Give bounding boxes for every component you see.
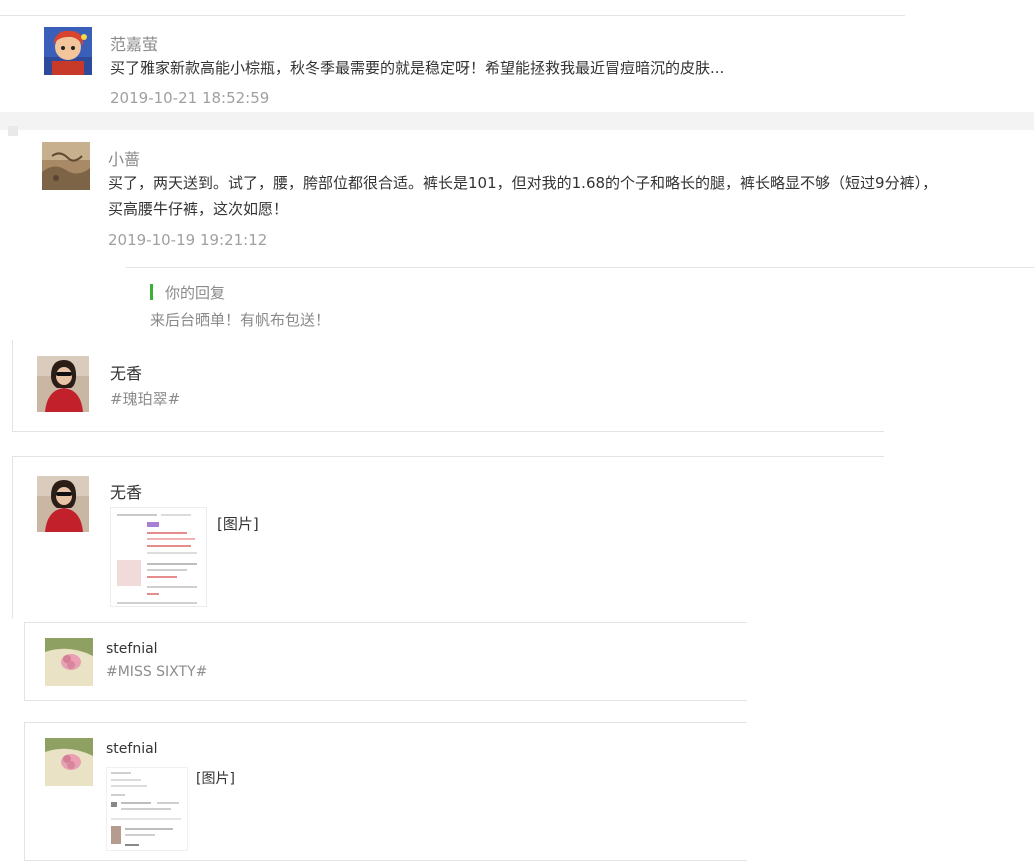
card-border-top: [24, 622, 747, 623]
reply-label: 你的回复: [165, 284, 226, 302]
avatar-anime-icon[interactable]: [44, 27, 92, 75]
card-border-top: [24, 722, 747, 723]
card-border-left: [24, 622, 25, 701]
message-topic-tag[interactable]: #MISS SIXTY#: [106, 664, 207, 680]
message-image-label[interactable]: [图片]: [196, 768, 235, 788]
reply-divider: [126, 267, 1034, 268]
comment-time: 2019-10-19 19:21:12: [108, 231, 268, 249]
comment-user-name[interactable]: 小蔷: [108, 146, 140, 170]
comment-separator: [0, 112, 1034, 130]
card-border-top: [12, 456, 884, 457]
comment-separator-notch: [8, 126, 18, 136]
message-image-label[interactable]: [图片]: [217, 513, 259, 534]
avatar-flower-icon[interactable]: [45, 638, 93, 686]
card-border-left: [24, 722, 25, 861]
comment-user-name[interactable]: 范嘉萤: [110, 31, 158, 55]
message-user-name[interactable]: stefnial: [106, 741, 158, 757]
image-thumbnail-icon[interactable]: [110, 507, 207, 607]
avatar-woman-red-icon[interactable]: [37, 356, 89, 412]
card-border-left: [12, 340, 13, 432]
image-thumbnail-icon[interactable]: [106, 767, 188, 851]
reply-accent-bar: [150, 284, 153, 300]
message-user-name[interactable]: stefnial: [106, 641, 158, 657]
message-topic-tag[interactable]: #瑰珀翠#: [110, 388, 180, 409]
card-border-bottom: [12, 431, 884, 432]
message-user-name[interactable]: 无香: [110, 360, 142, 384]
card-border-bottom: [24, 860, 747, 861]
comment-text-line2: 买高腰牛仔裤，这次如愿！: [108, 200, 289, 218]
avatar-flower-icon[interactable]: [45, 738, 93, 786]
reply-text: 来后台晒单！有帆布包送！: [150, 311, 331, 329]
avatar-landscape-icon[interactable]: [42, 142, 90, 190]
top-divider: [0, 15, 905, 16]
card-border-left: [12, 456, 13, 618]
comment-text: 买了雅家新款高能小棕瓶，秋冬季最需要的就是稳定呀！希望能拯救我最近冒痘暗沉的皮肤…: [110, 59, 725, 77]
comment-time: 2019-10-21 18:52:59: [110, 89, 270, 107]
card-border-bottom: [24, 700, 747, 701]
comment-text-line1: 买了，两天送到。试了，腰，胯部位都很合适。裤长是101，但对我的1.68的个子和…: [108, 174, 938, 192]
avatar-woman-red-icon[interactable]: [37, 476, 89, 532]
message-user-name[interactable]: 无香: [110, 479, 142, 503]
